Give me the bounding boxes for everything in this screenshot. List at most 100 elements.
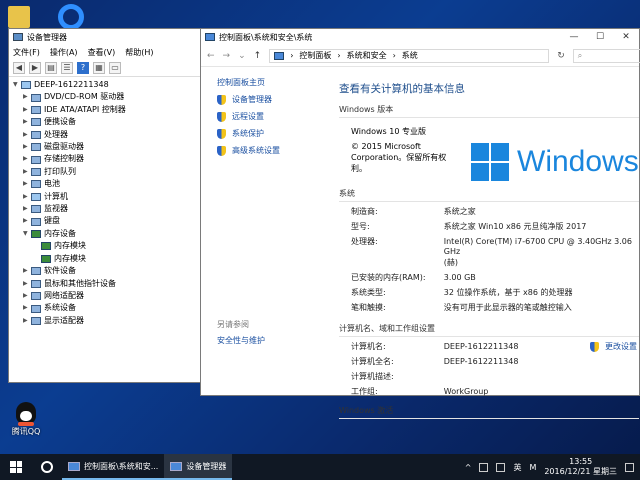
address-bar[interactable]: › 控制面板 › 系统和安全 › 系统	[269, 48, 550, 63]
tree-item[interactable]: 内存模块	[13, 240, 207, 252]
view-icon[interactable]: ▦	[93, 61, 105, 74]
advanced-settings-link[interactable]: 高级系统设置	[217, 145, 331, 156]
collapse-arrow-icon[interactable]: ▼	[23, 228, 31, 240]
refresh-icon[interactable]: ↻	[557, 51, 565, 61]
ime-indicator[interactable]: 英	[513, 462, 521, 473]
tree-item[interactable]: ▶ 显示适配器	[13, 315, 207, 327]
breadcrumb-security[interactable]: 系统和安全	[347, 50, 387, 61]
menu-file[interactable]: 文件(F)	[13, 47, 40, 58]
menu-action[interactable]: 操作(A)	[50, 47, 78, 58]
expand-arrow-icon[interactable]: ▶	[23, 116, 31, 128]
expand-arrow-icon[interactable]: ▶	[23, 153, 31, 165]
close-button[interactable]: ✕	[613, 32, 639, 42]
tree-item[interactable]: ▶ 鼠标和其他指针设备	[13, 278, 207, 290]
system-tray: ^ 英 M 13:55 2016/12/21 星期三	[465, 457, 640, 477]
qq-desktop-shortcut[interactable]: 腾讯QQ	[6, 402, 46, 437]
expand-arrow-icon[interactable]: ▶	[23, 203, 31, 215]
tree-item[interactable]: ▶ 软件设备	[13, 265, 207, 277]
tree-item[interactable]: ▶ IDE ATA/ATAPI 控制器	[13, 104, 207, 116]
security-maintenance-link[interactable]: 安全性与维护	[217, 335, 265, 346]
tree-item[interactable]: ▶ 处理器	[13, 129, 207, 141]
forward-icon[interactable]: ▶	[29, 61, 41, 74]
tree-item[interactable]: ▶ 键盘	[13, 215, 207, 227]
device-manager-link[interactable]: 设备管理器	[217, 94, 331, 105]
windows-start-icon	[10, 461, 22, 473]
taskbar: 控制面板\系统和安... 设备管理器 ^ 英 M 13:55 2016/12/2…	[0, 454, 640, 480]
expand-arrow-icon[interactable]: ▶	[23, 91, 31, 103]
expand-arrow-icon[interactable]: ▶	[23, 302, 31, 314]
tree-item[interactable]: ▶ 网络适配器	[13, 290, 207, 302]
tree-item[interactable]: 内存模块	[13, 253, 207, 265]
back-icon[interactable]: ◀	[13, 61, 25, 74]
windows-wordmark: Windows	[517, 145, 639, 178]
breadcrumb-system[interactable]: 系统	[402, 50, 418, 61]
list-icon[interactable]: ☰	[61, 61, 73, 74]
properties-icon[interactable]: ▤	[45, 61, 57, 74]
info-value: 32 位操作系统，基于 x86 的处理器	[443, 288, 573, 297]
tree-label: 磁盘驱动器	[44, 142, 84, 152]
taskbar-item-device-manager[interactable]: 设备管理器	[164, 454, 233, 480]
expand-arrow-icon[interactable]: ▶	[23, 315, 31, 327]
cortana-button[interactable]	[32, 461, 62, 473]
up-arrow-icon[interactable]: ↑	[254, 51, 262, 61]
tree-item[interactable]: ▶ 打印队列	[13, 166, 207, 178]
tree-item[interactable]: ▶ 计算机	[13, 191, 207, 203]
info-key	[351, 258, 444, 268]
tree-item[interactable]: ▶ 存储控制器	[13, 153, 207, 165]
expand-arrow-icon[interactable]: ▶	[23, 178, 31, 190]
help-icon[interactable]: ?	[77, 61, 89, 74]
windows-flag-icon	[471, 143, 509, 181]
change-settings-link[interactable]: 更改设置	[590, 342, 637, 352]
disk-drive-icon	[31, 143, 41, 152]
device-manager-titlebar[interactable]: 设备管理器	[9, 29, 207, 45]
expand-arrow-icon[interactable]: ▶	[23, 265, 31, 277]
expand-arrow-icon[interactable]: ▶	[23, 278, 31, 290]
tree-item[interactable]: ▶ 便携设备	[13, 116, 207, 128]
tree-item[interactable]: ▶ 监视器	[13, 203, 207, 215]
menu-help[interactable]: 帮助(H)	[125, 47, 153, 58]
show-hidden-icons-icon[interactable]: ^	[465, 463, 472, 472]
menu-view[interactable]: 查看(V)	[88, 47, 116, 58]
clock[interactable]: 13:55 2016/12/21 星期三	[544, 457, 617, 477]
print-queue-icon	[31, 168, 41, 177]
monitor-icon	[31, 205, 41, 214]
expand-arrow-icon[interactable]: ▶	[23, 215, 31, 227]
taskbar-item-control-panel[interactable]: 控制面板\系统和安...	[62, 454, 165, 480]
start-button[interactable]	[0, 454, 32, 480]
breadcrumb-control-panel[interactable]: 控制面板	[299, 50, 331, 61]
collapse-arrow-icon[interactable]: ▼	[13, 79, 21, 91]
app-desktop-icon[interactable]	[58, 4, 84, 30]
minimize-button[interactable]: —	[561, 32, 587, 42]
back-arrow-icon[interactable]: ←	[207, 51, 215, 61]
maximize-button[interactable]: ☐	[587, 32, 613, 42]
recent-dropdown-icon[interactable]: ⌄	[238, 51, 246, 61]
expand-arrow-icon[interactable]: ▶	[23, 166, 31, 178]
expand-arrow-icon[interactable]: ▶	[23, 104, 31, 116]
control-panel-home-link[interactable]: 控制面板主页	[217, 77, 331, 88]
tree-item[interactable]: ▼ 内存设备	[13, 228, 207, 240]
control-panel-titlebar[interactable]: 控制面板\系统和安全\系统 — ☐ ✕	[201, 29, 639, 45]
remote-settings-link[interactable]: 远程设置	[217, 111, 331, 122]
input-method-icon[interactable]: M	[529, 463, 536, 472]
volume-icon[interactable]	[496, 462, 506, 472]
tree-item[interactable]: ▶ 系统设备	[13, 302, 207, 314]
expand-arrow-icon[interactable]: ▶	[23, 191, 31, 203]
info-value: 没有可用于此显示器的笔或触控输入	[443, 303, 572, 312]
notification-icon[interactable]	[625, 462, 634, 472]
forward-arrow-icon[interactable]: →	[223, 51, 231, 61]
tree-item[interactable]: ▶ DVD/CD-ROM 驱动器	[13, 91, 207, 103]
tree-item[interactable]: ▶ 电池	[13, 178, 207, 190]
folder-desktop-icon[interactable]	[8, 6, 30, 28]
tree-root[interactable]: ▼ DEEP-1612211348	[13, 79, 207, 91]
network-icon[interactable]	[479, 462, 489, 472]
control-panel-window[interactable]: 控制面板\系统和安全\系统 — ☐ ✕ ← → ⌄ ↑ › 控制面板 › 系统和…	[200, 28, 640, 419]
expand-arrow-icon[interactable]: ▶	[23, 290, 31, 302]
expand-arrow-icon[interactable]: ▶	[23, 129, 31, 141]
device-manager-window[interactable]: 设备管理器 文件(F) 操作(A) 查看(V) 帮助(H) ◀ ▶ ▤ ☰ ? …	[8, 28, 208, 383]
system-protection-link[interactable]: 系统保护	[217, 128, 331, 139]
tree-item[interactable]: ▶ 磁盘驱动器	[13, 141, 207, 153]
expand-arrow-icon[interactable]: ▶	[23, 141, 31, 153]
monitor-icon[interactable]: ▭	[109, 61, 121, 74]
date: 2016/12/21 星期三	[544, 467, 617, 476]
search-input[interactable]: ⌕	[572, 48, 640, 63]
